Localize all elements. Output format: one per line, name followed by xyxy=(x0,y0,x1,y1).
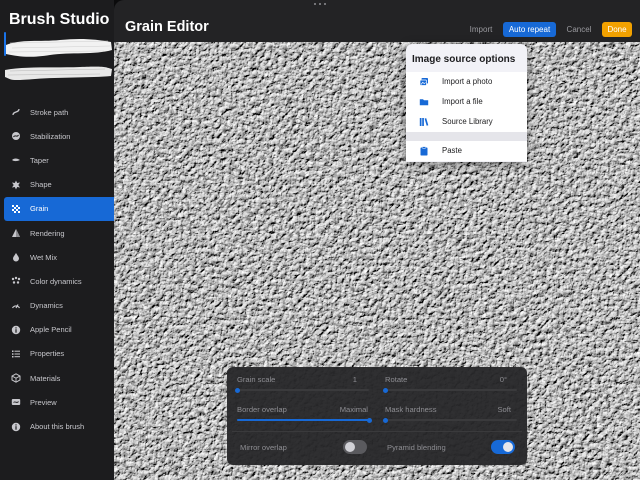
rotate-knob[interactable] xyxy=(382,387,388,393)
mirror-overlap-label: Mirror overlap xyxy=(240,443,287,452)
sidebar-item-properties[interactable]: Properties xyxy=(4,342,114,366)
taper-icon xyxy=(11,155,21,165)
border-overlap-label: Border overlap xyxy=(237,405,287,414)
preview-icon xyxy=(11,397,21,407)
border-overlap-value: Maximal xyxy=(339,405,368,414)
popover-item-label: Paste xyxy=(442,146,462,156)
stroke-path-icon xyxy=(11,107,21,117)
sidebar-item-label: Taper xyxy=(30,155,49,165)
sidebar-item-color-dynamics[interactable]: Color dynamics xyxy=(4,269,114,293)
paste-item[interactable]: Paste xyxy=(406,141,527,161)
sidebar-item-rendering[interactable]: Rendering xyxy=(4,221,114,245)
stroke-preview-2[interactable] xyxy=(0,60,114,86)
page-title: Grain Editor xyxy=(125,19,209,35)
sidebar-item-label: Stroke path xyxy=(30,107,69,117)
sidebar-item-dynamics[interactable]: Dynamics xyxy=(4,294,114,318)
mask-hardness-value: Soft xyxy=(497,405,511,414)
popover-list: Import a photo Import a file Source Libr… xyxy=(406,72,527,162)
popover-item-label: Source Library xyxy=(442,117,493,127)
grain-settings-panel: Grain scale 1 Rotate 0° Border overlap M… xyxy=(227,367,527,465)
sidebar-item-label: Grain xyxy=(30,204,49,214)
sidebar-item-taper[interactable]: Taper xyxy=(4,148,114,172)
sidebar-item-label: Properties xyxy=(30,349,65,359)
border-overlap-knob[interactable] xyxy=(366,417,372,423)
stabilization-icon xyxy=(11,131,21,141)
sidebar-item-materials[interactable]: Materials xyxy=(4,366,114,390)
materials-icon xyxy=(11,373,21,383)
info-icon xyxy=(11,422,21,432)
sidebar-item-label: Rendering xyxy=(30,228,65,238)
done-button[interactable]: Done xyxy=(602,22,632,37)
sidebar-item-grain[interactable]: Grain xyxy=(4,196,114,221)
apple-pencil-icon xyxy=(11,325,21,335)
photos-icon xyxy=(419,77,429,87)
grain-scale-knob[interactable] xyxy=(234,387,240,393)
dynamics-icon xyxy=(11,301,21,311)
sidebar-item-label: About this brush xyxy=(30,422,85,432)
rendering-icon xyxy=(11,228,21,238)
sidebar-item-label: Materials xyxy=(30,373,61,383)
drag-handle[interactable] xyxy=(314,3,326,7)
grain-scale-slider[interactable] xyxy=(237,389,369,391)
sidebar-item-label: Preview xyxy=(30,397,57,407)
mask-hardness-knob[interactable] xyxy=(382,417,388,423)
color-dynamics-icon xyxy=(11,276,21,286)
popover-section-gap xyxy=(406,132,527,141)
sidebar-item-stabilization[interactable]: Stabilization xyxy=(4,124,114,148)
sidebar-item-label: Dynamics xyxy=(30,301,63,311)
pyramid-blending-toggle[interactable] xyxy=(491,440,515,454)
grain-scale-label: Grain scale xyxy=(237,375,276,384)
image-source-popover: Image source options Import a photo Impo… xyxy=(406,44,527,162)
sidebar-item-stroke-path[interactable]: Stroke path xyxy=(4,100,114,124)
app-title: Brush Studio xyxy=(9,11,110,28)
sidebar-item-label: Wet Mix xyxy=(30,252,57,262)
settings-nav: Stroke path Stabilization Taper Shape Gr… xyxy=(4,100,114,439)
library-icon xyxy=(419,117,429,127)
properties-icon xyxy=(11,349,21,359)
import-file-item[interactable]: Import a file xyxy=(406,92,527,112)
sidebar-item-label: Shape xyxy=(30,180,52,190)
import-button[interactable]: Import xyxy=(464,22,498,37)
border-overlap-slider[interactable] xyxy=(237,419,369,421)
sidebar: Brush Studio Stroke path Stabilization T… xyxy=(0,0,114,480)
sidebar-item-wet-mix[interactable]: Wet Mix xyxy=(4,245,114,269)
sidebar-item-apple-pencil[interactable]: Apple Pencil xyxy=(4,318,114,342)
paste-icon xyxy=(419,146,429,156)
cancel-button[interactable]: Cancel xyxy=(563,22,595,37)
popover-title: Image source options xyxy=(412,54,516,65)
folder-icon xyxy=(419,97,429,107)
mask-hardness-label: Mask hardness xyxy=(385,405,437,414)
mask-hardness-slider[interactable] xyxy=(385,419,517,421)
stroke-preview-1[interactable] xyxy=(0,33,114,63)
sidebar-item-label: Color dynamics xyxy=(30,276,82,286)
rotate-slider[interactable] xyxy=(385,389,517,391)
popover-item-label: Import a file xyxy=(442,97,483,107)
sidebar-item-label: Apple Pencil xyxy=(30,325,72,335)
wet-mix-icon xyxy=(11,252,21,262)
rotate-value: 0° xyxy=(499,375,507,384)
sidebar-item-about-this-brush[interactable]: About this brush xyxy=(4,414,114,438)
auto-repeat-button[interactable]: Auto repeat xyxy=(503,22,556,37)
mirror-overlap-toggle[interactable] xyxy=(343,440,367,454)
shape-icon xyxy=(11,180,21,190)
sidebar-item-shape[interactable]: Shape xyxy=(4,173,114,197)
popover-item-label: Import a photo xyxy=(442,77,493,87)
sidebar-item-preview[interactable]: Preview xyxy=(4,390,114,414)
sidebar-item-label: Stabilization xyxy=(30,131,71,141)
pyramid-blending-label: Pyramid blending xyxy=(387,443,446,452)
grain-icon xyxy=(11,204,21,214)
divider xyxy=(232,431,522,432)
brush-studio-window: Brush Studio Stroke path Stabilization T… xyxy=(0,0,640,480)
rotate-label: Rotate xyxy=(385,375,408,384)
import-photo-item[interactable]: Import a photo xyxy=(406,72,527,92)
grain-scale-value: 1 xyxy=(352,375,357,384)
source-library-item[interactable]: Source Library xyxy=(406,112,527,132)
border-overlap-fill xyxy=(237,419,369,421)
